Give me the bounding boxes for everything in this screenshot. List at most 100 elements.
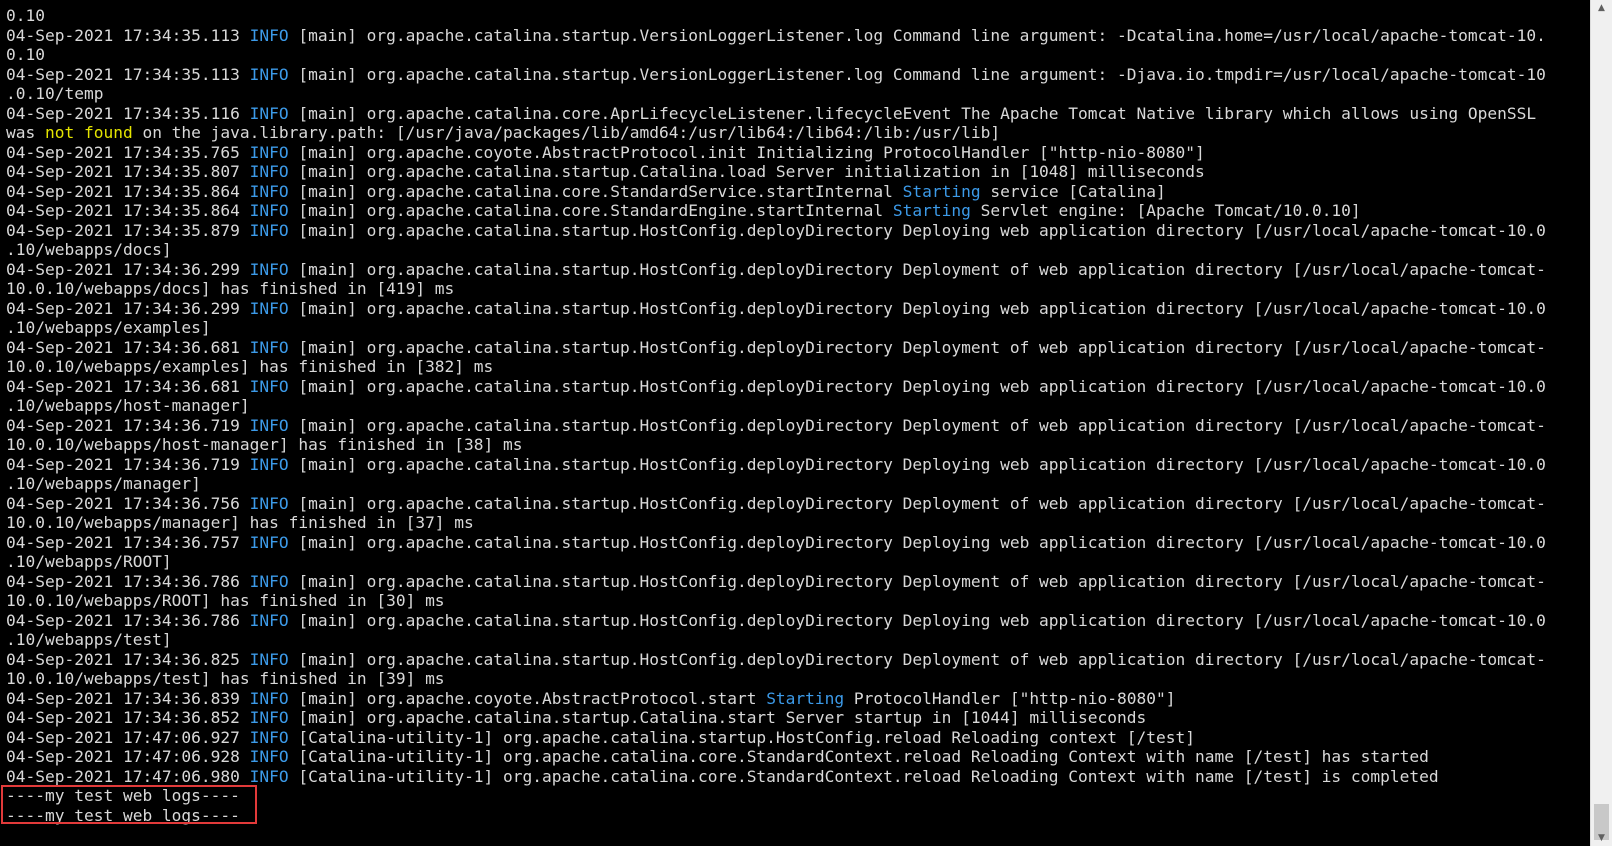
keyword-highlight: Starting — [902, 181, 981, 201]
log-level: INFO — [249, 688, 289, 708]
log-level: INFO — [249, 181, 289, 201]
log-text: [main] org.apache.catalina.core.Standard… — [288, 181, 903, 201]
log-line: .0.10/temp — [6, 84, 1590, 104]
log-text: 04-Sep-2021 17:47:06.980 — [6, 766, 250, 786]
log-text: 04-Sep-2021 17:34:35.113 — [6, 25, 250, 45]
log-line: 04-Sep-2021 17:34:35.113 INFO [main] org… — [6, 26, 1590, 46]
log-text: 10.0.10/webapps/test] has finished in [3… — [6, 669, 445, 688]
log-text: 04-Sep-2021 17:34:36.757 — [6, 532, 250, 552]
log-line: 04-Sep-2021 17:34:36.757 INFO [main] org… — [6, 533, 1590, 553]
log-text: [main] org.apache.catalina.startup.HostC… — [288, 220, 1546, 240]
log-line: 04-Sep-2021 17:34:36.825 INFO [main] org… — [6, 650, 1590, 670]
log-text: 04-Sep-2021 17:34:36.719 — [6, 415, 250, 435]
keyword-highlight: Starting — [892, 201, 971, 220]
log-level: INFO — [249, 103, 289, 123]
log-level: INFO — [249, 766, 289, 786]
log-text: 04-Sep-2021 17:34:36.756 — [6, 493, 250, 513]
log-line: 04-Sep-2021 17:34:36.299 INFO [main] org… — [6, 299, 1590, 319]
log-text: 0.10 — [6, 6, 45, 25]
log-level: INFO — [249, 298, 289, 318]
log-level: INFO — [249, 162, 289, 181]
log-text: 04-Sep-2021 17:34:36.681 — [6, 376, 250, 396]
warning-highlight: not found — [44, 123, 133, 142]
log-text: [main] org.apache.coyote.AbstractProtoco… — [288, 142, 1205, 162]
log-text: 0.10 — [6, 45, 45, 64]
log-text: 10.0.10/webapps/examples] has finished i… — [6, 357, 494, 376]
log-text: 04-Sep-2021 17:34:36.299 — [6, 298, 250, 318]
log-line: 04-Sep-2021 17:34:36.681 INFO [main] org… — [6, 377, 1590, 397]
log-text: 04-Sep-2021 17:34:35.807 — [6, 162, 250, 181]
log-line: 04-Sep-2021 17:34:36.756 INFO [main] org… — [6, 494, 1590, 514]
log-line: 04-Sep-2021 17:34:36.786 INFO [main] org… — [6, 611, 1590, 631]
log-level: INFO — [249, 610, 289, 630]
log-text: [main] org.apache.catalina.startup.HostC… — [288, 454, 1546, 474]
log-text: [main] org.apache.catalina.startup.Versi… — [288, 64, 1546, 84]
log-text: [Catalina-utility-1] org.apache.catalina… — [288, 727, 1195, 747]
vertical-scrollbar[interactable]: ▲ ▼ — [1590, 0, 1612, 846]
log-text: 04-Sep-2021 17:34:36.299 — [6, 259, 250, 279]
log-text: 04-Sep-2021 17:34:35.879 — [6, 220, 250, 240]
log-line: 04-Sep-2021 17:34:36.719 INFO [main] org… — [6, 455, 1590, 475]
log-line: was not found on the java.library.path: … — [6, 123, 1590, 143]
log-text: [main] org.apache.catalina.startup.HostC… — [288, 532, 1546, 552]
log-line: 04-Sep-2021 17:47:06.928 INFO [Catalina-… — [6, 747, 1590, 767]
log-line: 10.0.10/webapps/test] has finished in [3… — [6, 669, 1590, 689]
log-level: INFO — [249, 415, 289, 435]
log-text: .0.10/temp — [6, 84, 104, 103]
log-level: INFO — [249, 708, 289, 727]
log-text: .10/webapps/ROOT] — [6, 552, 172, 571]
log-line: 10.0.10/webapps/manager] has finished in… — [6, 513, 1590, 533]
log-line: 10.0.10/webapps/host-manager] has finish… — [6, 435, 1590, 455]
log-text: [main] org.apache.catalina.core.Standard… — [288, 201, 893, 220]
log-text: [main] org.apache.catalina.startup.Versi… — [288, 25, 1546, 45]
log-line: .10/webapps/ROOT] — [6, 552, 1590, 572]
log-line: 04-Sep-2021 17:34:36.852 INFO [main] org… — [6, 708, 1590, 728]
log-text: [main] org.apache.catalina.startup.HostC… — [288, 337, 1546, 357]
log-text: [main] org.apache.catalina.startup.HostC… — [288, 493, 1546, 513]
log-line: .10/webapps/host-manager] — [6, 396, 1590, 416]
log-line: 04-Sep-2021 17:47:06.927 INFO [Catalina-… — [6, 728, 1590, 748]
log-level: INFO — [249, 142, 289, 162]
log-line: 04-Sep-2021 17:34:36.681 INFO [main] org… — [6, 338, 1590, 358]
log-text: 10.0.10/webapps/ROOT] has finished in [3… — [6, 591, 445, 610]
log-line: .10/webapps/manager] — [6, 474, 1590, 494]
log-level: INFO — [249, 747, 289, 766]
log-text: 04-Sep-2021 17:34:36.786 — [6, 610, 250, 630]
log-text: [Catalina-utility-1] org.apache.catalina… — [288, 766, 1439, 786]
log-text: 10.0.10/webapps/manager] has finished in… — [6, 513, 474, 532]
log-text: .10/webapps/manager] — [6, 474, 201, 493]
log-level: INFO — [249, 201, 289, 220]
keyword-highlight: Starting — [766, 688, 845, 708]
terminal-window[interactable]: 0.10 04-Sep-2021 17:34:35.113 INFO [main]… — [0, 0, 1590, 846]
chevron-up-icon[interactable]: ▲ — [1591, 0, 1612, 16]
log-text: on the java.library.path: [/usr/java/pac… — [132, 123, 1001, 142]
log-line: 04-Sep-2021 17:47:06.980 INFO [Catalina-… — [6, 767, 1590, 787]
log-text: [main] org.apache.catalina.startup.HostC… — [288, 610, 1546, 630]
log-line: 04-Sep-2021 17:34:35.807 INFO [main] org… — [6, 162, 1590, 182]
log-level: INFO — [249, 649, 289, 669]
log-text: .10/webapps/test] — [6, 630, 172, 649]
log-text: [main] org.apache.catalina.startup.Catal… — [288, 708, 1147, 727]
log-line: 04-Sep-2021 17:34:35.864 INFO [main] org… — [6, 201, 1590, 221]
log-level: INFO — [249, 571, 289, 591]
log-text: [main] org.apache.coyote.AbstractProtoco… — [288, 688, 767, 708]
log-text: 04-Sep-2021 17:34:36.825 — [6, 649, 250, 669]
log-line: 0.10 — [6, 6, 1590, 26]
log-line: 04-Sep-2021 17:34:35.765 INFO [main] org… — [6, 143, 1590, 163]
log-text: 04-Sep-2021 17:34:36.786 — [6, 571, 250, 591]
chevron-down-icon[interactable]: ▼ — [1591, 830, 1612, 846]
log-level: INFO — [249, 376, 289, 396]
log-line: 04-Sep-2021 17:34:35.864 INFO [main] org… — [6, 182, 1590, 202]
log-level: INFO — [249, 259, 289, 279]
log-text: 04-Sep-2021 17:34:36.719 — [6, 454, 250, 474]
log-text: [main] org.apache.catalina.startup.HostC… — [288, 376, 1546, 396]
log-line: 04-Sep-2021 17:34:36.299 INFO [main] org… — [6, 260, 1590, 280]
log-level: INFO — [249, 493, 289, 513]
log-text: [main] org.apache.catalina.startup.HostC… — [288, 571, 1546, 591]
log-line: .10/webapps/docs] — [6, 240, 1590, 260]
log-text: .10/webapps/examples] — [6, 318, 211, 337]
log-text: 04-Sep-2021 17:34:35.765 — [6, 142, 250, 162]
log-line: 10.0.10/webapps/examples] has finished i… — [6, 357, 1590, 377]
log-text: Servlet engine: [Apache Tomcat/10.0.10] — [970, 201, 1361, 220]
log-level: INFO — [249, 220, 289, 240]
